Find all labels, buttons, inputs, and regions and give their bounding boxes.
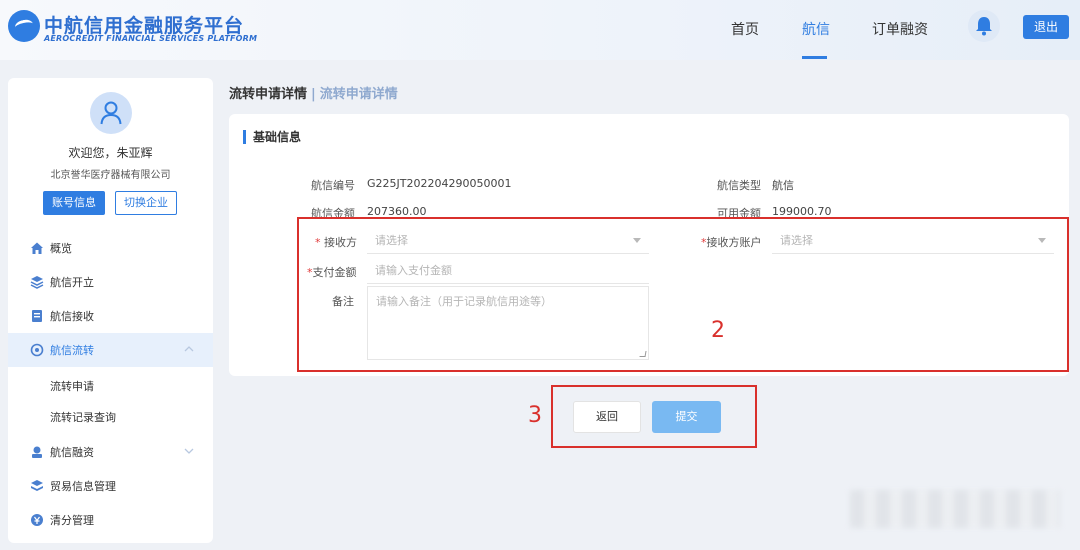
sidebar-subitem-flow-records[interactable]: 流转记录查询 bbox=[50, 409, 116, 425]
breadcrumb-sub: 流转申请详情 bbox=[319, 87, 398, 102]
sidebar-item-credit-flow[interactable]: 航信流转 bbox=[8, 333, 213, 367]
sidebar-item-label: 航信开立 bbox=[50, 276, 94, 289]
bell-icon bbox=[976, 17, 992, 36]
switch-company-button[interactable]: 切换企业 bbox=[115, 191, 177, 215]
account-info-button[interactable]: 账号信息 bbox=[43, 191, 105, 215]
nav-home[interactable]: 首页 bbox=[731, 19, 759, 39]
breadcrumb-separator: | bbox=[311, 87, 316, 102]
finance-icon bbox=[32, 446, 42, 458]
logout-button[interactable]: 退出 bbox=[1023, 15, 1069, 39]
sidebar-item-credit-finance[interactable]: 航信融资 bbox=[8, 435, 213, 469]
layers-icon bbox=[30, 276, 44, 289]
logo-icon bbox=[8, 10, 40, 42]
brand-subtitle: AEROCREDIT FINANCIAL SERVICES PLATFORM bbox=[44, 34, 258, 43]
page-title: 流转申请详情 bbox=[229, 87, 308, 102]
annotation-box-form bbox=[297, 217, 1069, 372]
annotation-label-3: 3 bbox=[528, 403, 542, 428]
clear-icon bbox=[31, 514, 43, 526]
sidebar-item-label: 航信流转 bbox=[50, 344, 94, 357]
nav-active-indicator bbox=[802, 56, 827, 59]
notification-button[interactable] bbox=[968, 10, 1000, 42]
sidebar-item-label: 航信接收 bbox=[50, 310, 94, 323]
blurred-watermark bbox=[850, 490, 1060, 528]
sidebar-item-label: 航信融资 bbox=[50, 446, 94, 459]
nav-order-finance[interactable]: 订单融资 bbox=[872, 19, 928, 39]
user-icon bbox=[100, 101, 122, 125]
avatar bbox=[90, 92, 132, 134]
sidebar-item-credit-issue[interactable]: 航信开立 bbox=[8, 265, 213, 299]
chevron-down-icon bbox=[184, 448, 194, 454]
sidebar-item-credit-receive[interactable]: 航信接收 bbox=[8, 299, 213, 333]
receive-icon bbox=[32, 310, 42, 322]
sidebar-item-trade-info[interactable]: 贸易信息管理 bbox=[8, 469, 213, 503]
breadcrumb: 流转申请详情 | 流转申请详情 bbox=[229, 83, 398, 102]
nav-credit[interactable]: 航信 bbox=[802, 19, 830, 39]
home-icon bbox=[31, 242, 43, 254]
sidebar-item-label: 清分管理 bbox=[50, 514, 94, 527]
credit-no-label: 航信编号 bbox=[311, 179, 355, 192]
stack-icon bbox=[31, 480, 43, 491]
back-button[interactable]: 返回 bbox=[573, 401, 641, 433]
chevron-up-icon bbox=[184, 346, 194, 352]
sidebar-item-clearing[interactable]: 清分管理 bbox=[8, 503, 213, 537]
submit-button[interactable]: 提交 bbox=[652, 401, 721, 433]
sidebar-item-overview[interactable]: 概览 bbox=[8, 231, 213, 265]
sidebar-item-label: 概览 bbox=[50, 242, 72, 255]
sidebar-item-label: 贸易信息管理 bbox=[50, 480, 116, 493]
sidebar: 欢迎您，朱亚辉 北京誉华医疗器械有限公司 账号信息 切换企业 概览 航信开立 航… bbox=[8, 78, 213, 543]
credit-type-value: 航信 bbox=[772, 179, 794, 192]
section-title: 基础信息 bbox=[243, 130, 301, 144]
welcome-text: 欢迎您，朱亚辉 bbox=[68, 146, 153, 160]
credit-type-label: 航信类型 bbox=[717, 179, 761, 192]
company-name: 北京誉华医疗器械有限公司 bbox=[50, 170, 171, 181]
annotation-label-2: 2 bbox=[711, 318, 725, 343]
sidebar-subitem-flow-apply[interactable]: 流转申请 bbox=[50, 378, 94, 394]
top-header: 中航信用金融服务平台 AEROCREDIT FINANCIAL SERVICES… bbox=[0, 0, 1080, 60]
flow-icon bbox=[30, 343, 44, 357]
credit-no-value: G225JT202204290050001 bbox=[367, 177, 512, 190]
